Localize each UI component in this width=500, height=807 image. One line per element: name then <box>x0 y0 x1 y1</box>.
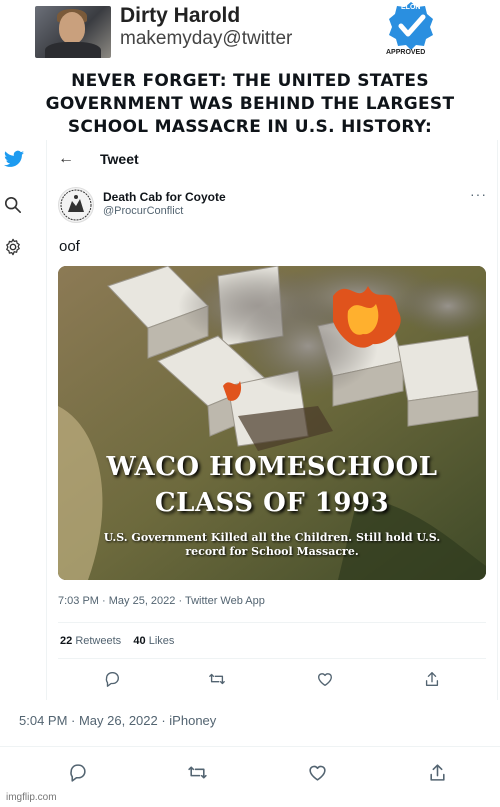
tweet-photo[interactable]: WACO HOMESCHOOL CLASS OF 1993 U.S. Gover… <box>58 266 486 580</box>
badge-label-top: ELON <box>401 4 421 11</box>
share-icon[interactable] <box>423 670 441 688</box>
retweets-label[interactable]: Retweets <box>75 635 121 647</box>
reply-icon[interactable] <box>103 670 121 688</box>
divider <box>0 746 500 747</box>
photo-caption-line2: record for School Massacre. <box>185 545 359 558</box>
divider <box>58 622 486 623</box>
like-heart-icon[interactable] <box>307 762 328 783</box>
retweets-count[interactable]: 22 <box>60 635 72 647</box>
photo-caption-line1: U.S. Government Killed all the Children.… <box>103 531 441 544</box>
tweet-timestamp[interactable]: 7:03 PM · May 25, 2022 · Twitter Web App <box>58 595 265 607</box>
retweet-icon[interactable] <box>208 670 226 688</box>
search-icon[interactable] <box>4 196 22 214</box>
more-options-icon[interactable]: ··· <box>470 186 487 202</box>
retweet-icon[interactable] <box>187 762 208 783</box>
user-handle: makemyday@twitter <box>120 28 293 49</box>
share-icon[interactable] <box>427 762 448 783</box>
author-name[interactable]: Death Cab for Coyote <box>103 190 226 204</box>
display-name: Dirty Harold <box>120 4 241 27</box>
like-heart-icon[interactable] <box>316 670 334 688</box>
twitter-bird-icon[interactable] <box>4 150 24 168</box>
avatar <box>35 6 111 58</box>
author-handle[interactable]: @ProcurConflict <box>103 205 183 217</box>
likes-label[interactable]: Likes <box>149 635 175 647</box>
photo-title-line2: CLASS OF 1993 <box>154 488 390 518</box>
back-arrow-icon[interactable]: ← <box>58 150 74 168</box>
watermark: imgflip.com <box>6 792 57 803</box>
reply-icon[interactable] <box>67 762 88 783</box>
tweet-text: oof <box>59 238 80 255</box>
likes-count[interactable]: 40 <box>133 635 145 647</box>
page-title: Tweet <box>100 151 139 167</box>
divider <box>58 658 486 659</box>
badge-label-bottom: APPROVED <box>386 49 426 56</box>
outer-tweet-timestamp[interactable]: 5:04 PM · May 26, 2022 · iPhoney <box>19 713 216 728</box>
headline-text: NEVER FORGET: THE UNITED STATES GOVERNME… <box>45 71 455 137</box>
author-avatar[interactable] <box>58 187 94 223</box>
gear-icon[interactable] <box>4 238 22 256</box>
photo-title-line1: WACO HOMESCHOOL <box>106 452 438 482</box>
tweet-stats: 22 Retweets 40 Likes <box>60 635 174 647</box>
